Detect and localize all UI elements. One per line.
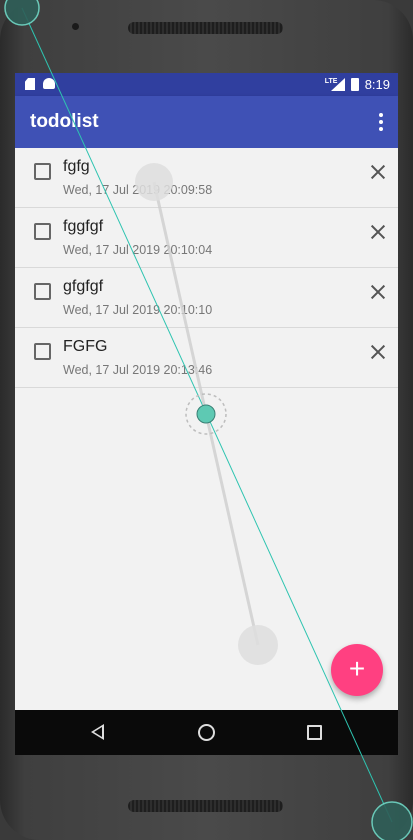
todo-date: Wed, 17 Jul 2019 20:10:04 [63,243,213,257]
more-vert-icon[interactable] [378,113,384,131]
todo-date: Wed, 17 Jul 2019 20:09:58 [63,183,213,197]
todo-checkbox[interactable] [34,163,51,180]
front-camera [72,23,79,30]
todo-title: FGFG [63,338,108,355]
clock: 8:19 [364,77,390,92]
todo-checkbox[interactable] [34,223,51,240]
signal-icon: LTE [325,78,345,91]
sd-card-icon [25,78,35,90]
todo-date: Wed, 17 Jul 2019 20:13:46 [63,363,213,377]
todo-checkbox[interactable] [34,283,51,300]
battery-icon [350,78,359,91]
home-icon[interactable] [198,724,215,741]
add-todo-button[interactable]: + [331,644,383,696]
bottom-speaker [128,800,283,812]
todo-checkbox[interactable] [34,343,51,360]
list-item[interactable]: gfgfgf Wed, 17 Jul 2019 20:10:10 [15,268,398,328]
delete-icon[interactable] [368,342,388,362]
top-speaker [128,22,283,34]
todo-title: gfgfgf [63,278,104,295]
android-icon [43,78,55,89]
app-title: todolist [30,111,99,132]
back-icon[interactable] [91,724,104,740]
recents-icon[interactable] [307,725,322,740]
list-item[interactable]: fggfgf Wed, 17 Jul 2019 20:10:04 [15,208,398,268]
delete-icon[interactable] [368,222,388,242]
todo-list: fgfg Wed, 17 Jul 2019 20:09:58 fggfgf We… [15,148,398,388]
list-item[interactable]: fgfg Wed, 17 Jul 2019 20:09:58 [15,148,398,208]
todo-title: fggfgf [63,218,104,235]
nav-bar [15,710,398,755]
list-item[interactable]: FGFG Wed, 17 Jul 2019 20:13:46 [15,328,398,388]
todo-date: Wed, 17 Jul 2019 20:10:10 [63,303,213,317]
status-bar: LTE 8:19 [15,73,398,96]
device-frame: LTE 8:19 todolist fgfg Wed, 17 Jul 2019 … [0,0,413,840]
delete-icon[interactable] [368,162,388,182]
app-bar: todolist [15,96,398,148]
delete-icon[interactable] [368,282,388,302]
screen: LTE 8:19 todolist fgfg Wed, 17 Jul 2019 … [15,73,398,755]
todo-title: fgfg [63,158,90,175]
